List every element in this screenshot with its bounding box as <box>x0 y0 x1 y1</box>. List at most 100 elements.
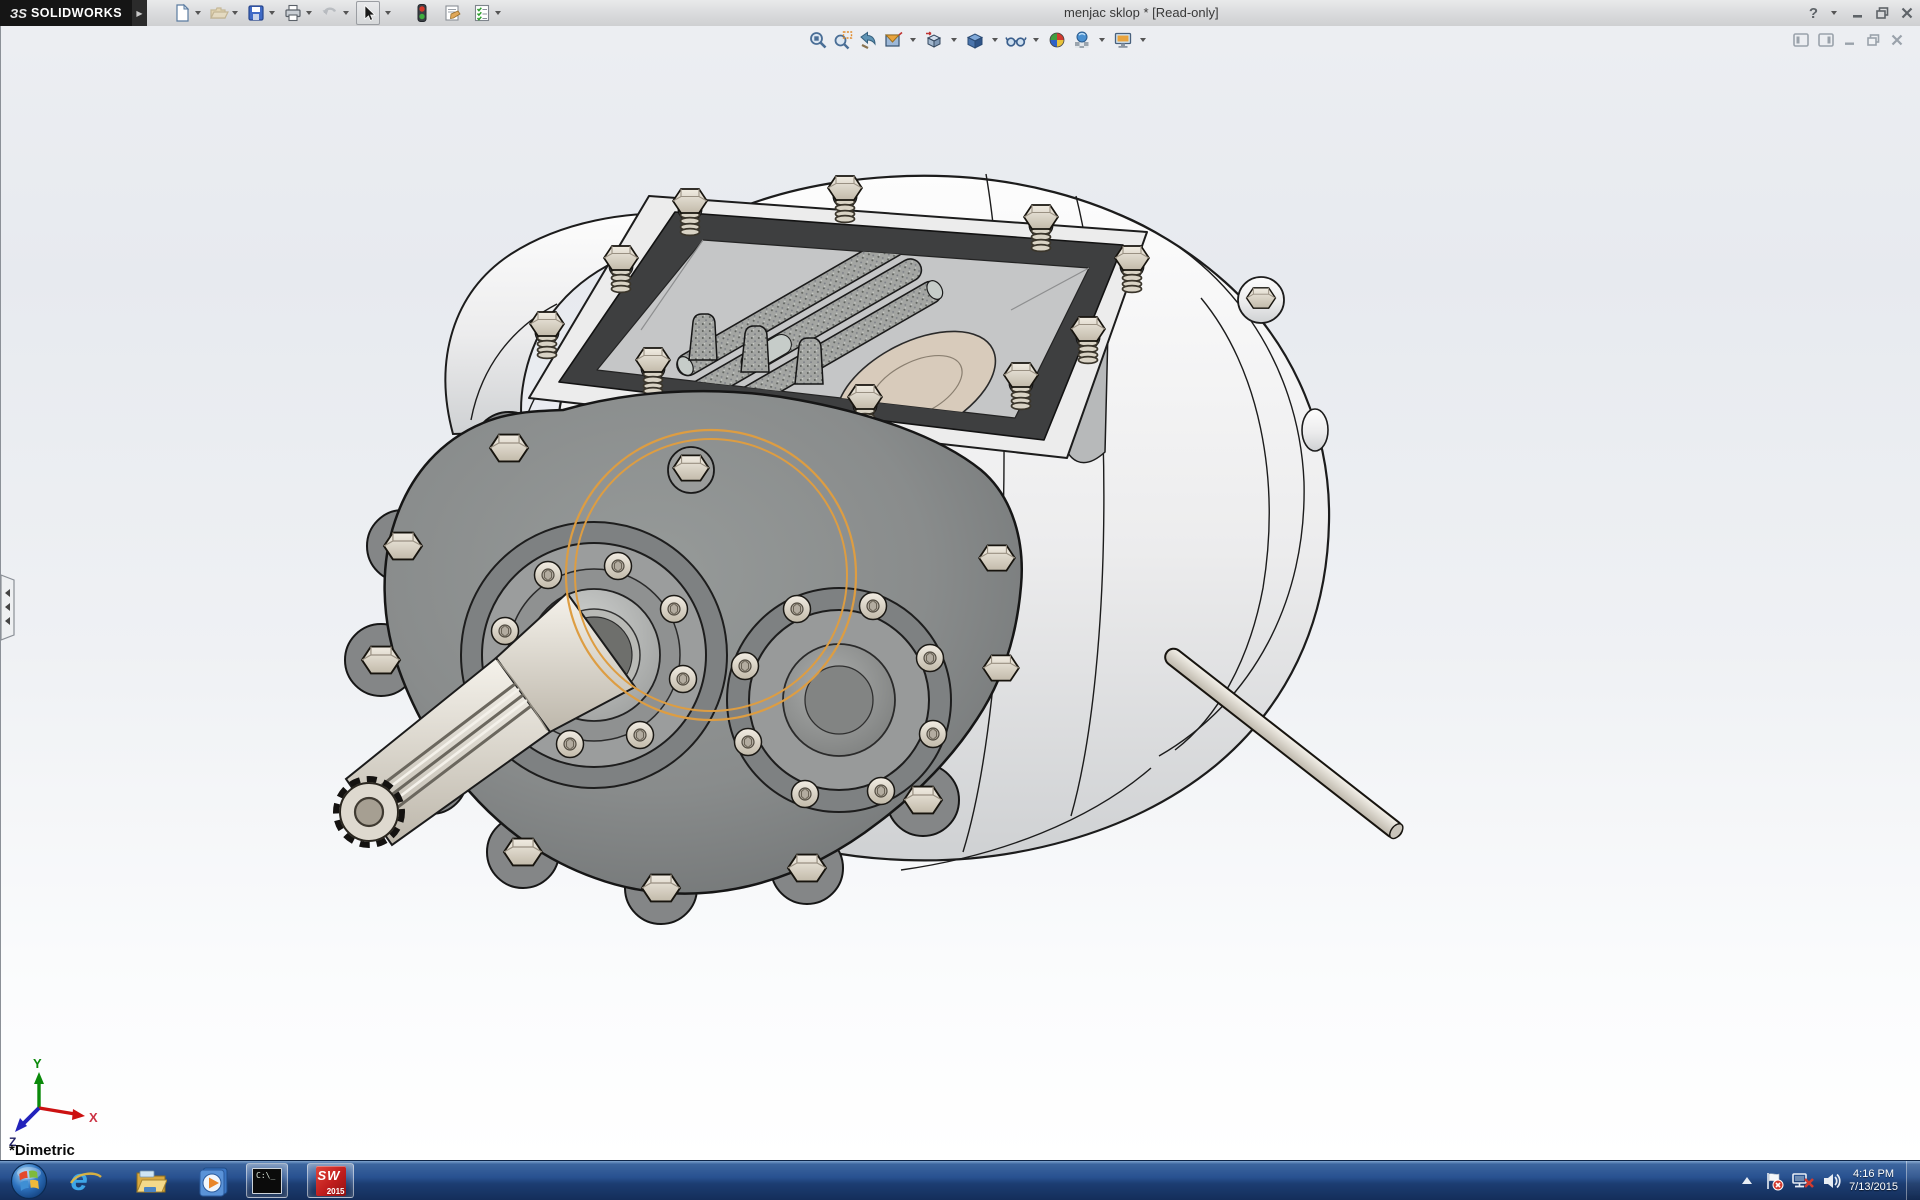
media-player-icon <box>198 1165 230 1197</box>
dropdown-arrow[interactable] <box>1033 38 1039 42</box>
dropdown-arrow[interactable] <box>343 11 349 15</box>
reference-triad: Y X Z <box>9 1056 98 1149</box>
save-icon <box>246 3 266 23</box>
dropdown-arrow[interactable] <box>306 11 312 15</box>
options-icon <box>472 3 492 23</box>
sw-year: 2015 <box>327 1187 345 1196</box>
feature-pane-splitter-tab[interactable] <box>1 575 14 640</box>
file-properties-icon <box>442 3 462 23</box>
dropdown-arrow[interactable] <box>1099 38 1105 42</box>
start-button[interactable] <box>6 1163 52 1198</box>
previous-view-icon <box>858 30 878 50</box>
clock-time: 4:16 PM <box>1849 1168 1898 1181</box>
view-orientation-icon <box>924 30 944 50</box>
taskbar: e C:\_ SW 2015 <box>0 1160 1920 1200</box>
window-title: menjac sklop * [Read-only] <box>1064 0 1219 26</box>
close-document-button[interactable] <box>1890 33 1904 47</box>
system-tray: 4:16 PM 7/13/2015 <box>1739 1161 1920 1200</box>
action-center-icon[interactable] <box>1763 1170 1785 1192</box>
rebuild-traffic-light-icon <box>412 3 432 23</box>
show-desktop-button[interactable] <box>1906 1161 1920 1200</box>
solidworks-2015-icon: SW 2015 <box>316 1166 346 1196</box>
dropdown-arrow[interactable] <box>232 11 238 15</box>
undo-button[interactable] <box>319 2 354 24</box>
view-orientation-label: *Dimetric <box>9 1142 75 1159</box>
display-style-button[interactable] <box>964 29 986 51</box>
print-icon <box>283 3 303 23</box>
dropdown-arrow[interactable] <box>910 38 916 42</box>
edit-appearance-icon <box>1047 30 1067 50</box>
graphics-viewport[interactable]: Y X Z <box>0 26 1920 1160</box>
dropdown-arrow[interactable] <box>195 11 201 15</box>
dropdown-arrow[interactable] <box>495 11 501 15</box>
window-controls: ? <box>1809 0 1914 26</box>
select-button[interactable] <box>356 1 380 25</box>
restore-document-button[interactable] <box>1866 33 1881 47</box>
zoom-to-fit-button[interactable] <box>807 29 829 51</box>
file-explorer-icon <box>135 1167 167 1195</box>
help-dropdown-arrow[interactable] <box>1831 11 1837 15</box>
dropdown-arrow[interactable] <box>1140 38 1146 42</box>
model-canvas[interactable]: Y X Z <box>1 26 1920 1160</box>
taskbar-clock[interactable]: 4:16 PM 7/13/2015 <box>1849 1168 1898 1194</box>
main-toolbar <box>171 1 506 25</box>
windows-start-icon <box>10 1162 48 1200</box>
section-view-button[interactable] <box>882 29 904 51</box>
rebuild-button[interactable] <box>411 2 433 24</box>
taskbar-item-file-explorer[interactable] <box>127 1163 174 1198</box>
dropdown-arrow[interactable] <box>269 11 275 15</box>
taskbar-item-command-prompt[interactable]: C:\_ <box>246 1163 288 1198</box>
help-button[interactable]: ? <box>1809 5 1818 22</box>
dropdown-arrow[interactable] <box>992 38 998 42</box>
brand-name: SOLIDWORKS <box>31 6 122 20</box>
undo-icon <box>320 3 340 23</box>
minimize-document-button[interactable] <box>1843 33 1857 47</box>
heads-up-view-toolbar <box>807 29 1150 51</box>
hide-show-items-button[interactable] <box>1005 29 1027 51</box>
restore-button[interactable] <box>1875 6 1890 20</box>
taskbar-item-media-player[interactable] <box>190 1163 237 1198</box>
select-cursor-icon <box>358 3 378 23</box>
close-button[interactable] <box>1900 6 1914 20</box>
ds-logo-mark: ЗS <box>10 6 27 21</box>
sw-letters: SW <box>318 1168 341 1183</box>
apply-scene-button[interactable] <box>1071 29 1093 51</box>
triad-x-label: X <box>89 1110 98 1125</box>
view-orientation-button[interactable] <box>923 29 945 51</box>
file-properties-button[interactable] <box>441 2 463 24</box>
pane-toggle-right-icon[interactable] <box>1818 33 1834 47</box>
save-button[interactable] <box>245 2 280 24</box>
menu-expand-tab[interactable]: ▶ <box>132 0 147 26</box>
zoom-to-area-button[interactable] <box>832 29 854 51</box>
solidworks-logo: ЗS SOLIDWORKS <box>0 0 132 26</box>
open-button[interactable] <box>208 2 243 24</box>
taskbar-item-solidworks[interactable]: SW 2015 <box>307 1163 354 1198</box>
apply-scene-icon <box>1072 30 1092 50</box>
options-button[interactable] <box>471 2 506 24</box>
title-bar: ЗS SOLIDWORKS ▶ <box>0 0 1920 27</box>
pane-toggle-left-icon[interactable] <box>1793 33 1809 47</box>
zoom-to-fit-icon <box>808 30 828 50</box>
previous-view-button[interactable] <box>857 29 879 51</box>
view-settings-button[interactable] <box>1112 29 1134 51</box>
show-hidden-icons-button[interactable] <box>1739 1175 1755 1187</box>
dropdown-arrow[interactable] <box>951 38 957 42</box>
document-window-controls <box>1793 33 1904 47</box>
print-button[interactable] <box>282 2 317 24</box>
view-settings-icon <box>1113 30 1133 50</box>
volume-icon[interactable] <box>1821 1170 1843 1192</box>
ie-ring <box>69 1169 103 1187</box>
display-style-icon <box>965 30 985 50</box>
network-error-icon[interactable] <box>1791 1170 1815 1192</box>
new-document-button[interactable] <box>171 2 206 24</box>
zoom-to-area-icon <box>833 30 853 50</box>
edit-appearance-button[interactable] <box>1046 29 1068 51</box>
dropdown-arrow[interactable] <box>385 11 391 15</box>
clock-date: 7/13/2015 <box>1849 1181 1898 1194</box>
section-view-icon <box>883 30 903 50</box>
hide-show-items-icon <box>1005 30 1027 50</box>
command-prompt-icon: C:\_ <box>252 1168 282 1194</box>
triad-y-label: Y <box>33 1056 42 1071</box>
minimize-button[interactable] <box>1851 6 1865 20</box>
taskbar-item-internet-explorer[interactable]: e <box>63 1163 110 1198</box>
